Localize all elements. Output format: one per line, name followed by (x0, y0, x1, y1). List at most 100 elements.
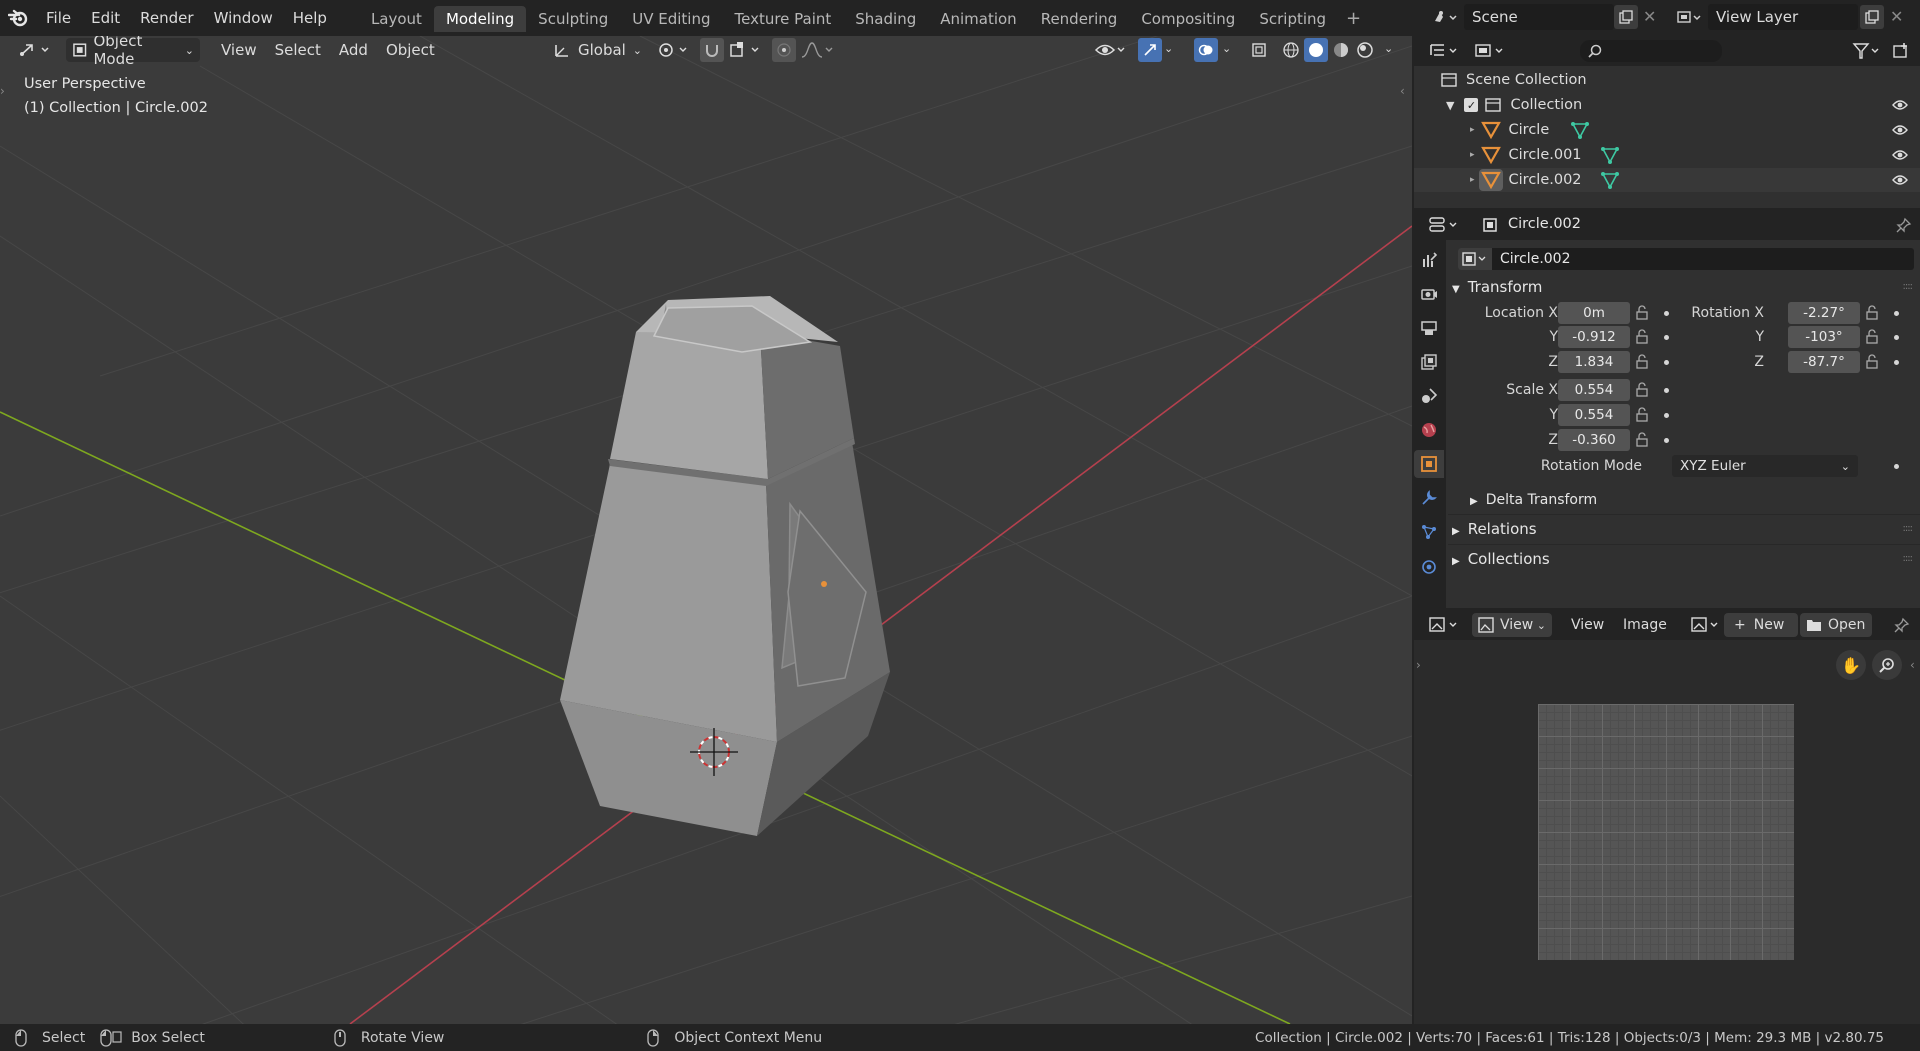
view-layer-selector-icon[interactable] (1672, 5, 1706, 29)
lock-icon[interactable] (1634, 407, 1650, 423)
tab-object-icon[interactable] (1414, 450, 1444, 478)
tab-output-icon[interactable] (1414, 314, 1444, 342)
menu-add[interactable]: Add (330, 38, 377, 62)
tab-particles-icon[interactable] (1414, 518, 1444, 546)
lock-icon[interactable] (1634, 382, 1650, 398)
new-scene-button[interactable] (1614, 5, 1638, 29)
menu-window[interactable]: Window (204, 5, 283, 31)
toolbar-expand-icon[interactable]: › (1416, 658, 1421, 672)
tab-world-icon[interactable] (1414, 416, 1444, 444)
rotation-mode-dropdown[interactable]: XYZ Euler ⌄ (1672, 455, 1858, 477)
uv-grid-canvas[interactable] (1538, 704, 1794, 960)
keyframe-dot-icon[interactable] (1664, 438, 1669, 443)
rotation-z-field[interactable]: -87.7° (1788, 351, 1860, 373)
delete-view-layer-icon[interactable]: ✕ (1890, 7, 1903, 26)
collection-visibility-icon[interactable] (1892, 99, 1908, 111)
tab-view-layer-icon[interactable] (1414, 348, 1444, 376)
collections-section[interactable]: ▶ Collections :::: (1452, 546, 1914, 572)
lock-icon[interactable] (1864, 329, 1880, 345)
open-image-button[interactable]: Open (1800, 613, 1872, 637)
tab-animation[interactable]: Animation (928, 6, 1028, 32)
drag-handle-icon[interactable]: :::: (1903, 274, 1914, 300)
lock-icon[interactable] (1864, 305, 1880, 321)
shading-dropdown-icon[interactable]: ⌄ (1384, 42, 1393, 55)
circle-visibility-icon[interactable] (1892, 124, 1908, 136)
menu-file[interactable]: File (36, 5, 81, 31)
pivot-point-icon[interactable] (656, 40, 692, 60)
zoom-icon[interactable] (1872, 650, 1902, 680)
new-view-layer-button[interactable] (1860, 5, 1884, 29)
toolbar-expand-icon[interactable]: › (0, 84, 5, 98)
view-layer-field[interactable]: View Layer (1708, 4, 1858, 30)
outliner-collection-row[interactable]: ▼ ✓ Collection (1444, 93, 1914, 117)
add-workspace-button[interactable]: + (1338, 6, 1369, 32)
delete-scene-icon[interactable]: ✕ (1643, 7, 1656, 26)
tab-physics-icon[interactable] (1414, 552, 1444, 580)
new-collection-icon[interactable] (1892, 42, 1910, 64)
tab-modifier-icon[interactable] (1414, 484, 1444, 512)
tab-scene-icon[interactable] (1414, 382, 1444, 410)
display-mode-icon[interactable] (1474, 42, 1508, 64)
scale-y-field[interactable]: 0.554 (1558, 404, 1630, 426)
tab-compositing[interactable]: Compositing (1129, 6, 1247, 32)
expand-arrow-icon[interactable]: ▸ (1470, 175, 1475, 185)
gizmo-dropdown-icon[interactable]: ⌄ (1164, 42, 1173, 55)
sidebar-expand-icon[interactable]: ‹ (1910, 658, 1915, 672)
proportional-edit-icon[interactable] (772, 38, 796, 62)
object-name-field[interactable]: Circle.002 (1458, 248, 1914, 270)
relations-section[interactable]: ▶ Relations :::: (1452, 516, 1914, 542)
lock-icon[interactable] (1634, 354, 1650, 370)
expand-arrow-icon[interactable]: ▼ (1446, 99, 1454, 112)
browse-image-icon[interactable] (1690, 616, 1722, 638)
pin-icon[interactable] (1894, 617, 1910, 633)
tab-uv-editing[interactable]: UV Editing (620, 6, 722, 32)
menu-render[interactable]: Render (130, 5, 203, 31)
pin-icon[interactable] (1896, 217, 1912, 233)
filter-icon[interactable] (1852, 42, 1882, 64)
tab-scripting[interactable]: Scripting (1247, 6, 1338, 32)
3d-viewport[interactable]: Object Mode ⌄ View Select Add Object Glo… (0, 36, 1412, 1024)
circle-001-visibility-icon[interactable] (1892, 149, 1908, 161)
location-x-field[interactable]: 0m (1558, 302, 1630, 324)
view-mode-dropdown[interactable]: View ⌄ (1472, 613, 1552, 637)
transform-orientation-dropdown[interactable]: Global ⌄ (548, 38, 648, 62)
keyframe-dot-icon[interactable] (1664, 360, 1669, 365)
object-type-dropdown[interactable] (1458, 248, 1492, 270)
tab-shading[interactable]: Shading (843, 6, 928, 32)
menu-select[interactable]: Select (266, 38, 330, 62)
material-shading-icon[interactable] (1330, 39, 1352, 61)
rendered-shading-icon[interactable] (1354, 39, 1376, 61)
menu-view[interactable]: View (212, 38, 266, 62)
pan-hand-icon[interactable]: ✋ (1836, 650, 1866, 680)
outliner-search-input[interactable] (1580, 40, 1722, 62)
keyframe-dot-icon[interactable] (1894, 335, 1899, 340)
menu-view[interactable]: View (1562, 613, 1613, 637)
outliner-object-circle-001[interactable]: ▸ Circle.001 (1470, 143, 1770, 167)
scale-z-field[interactable]: -0.360 (1558, 429, 1630, 451)
keyframe-dot-icon[interactable] (1664, 388, 1669, 393)
expand-arrow-icon[interactable]: ▸ (1470, 125, 1475, 135)
snap-icon[interactable] (700, 38, 724, 62)
menu-edit[interactable]: Edit (81, 5, 130, 31)
gizmo-toggle-icon[interactable] (1138, 38, 1162, 62)
xray-toggle-icon[interactable] (1248, 39, 1270, 61)
menu-help[interactable]: Help (283, 5, 337, 31)
drag-handle-icon[interactable]: :::: (1903, 546, 1914, 572)
drag-handle-icon[interactable]: :::: (1903, 516, 1914, 542)
image-editor-type-icon[interactable] (1428, 616, 1462, 638)
new-image-button[interactable]: + New (1724, 613, 1798, 637)
falloff-icon[interactable] (800, 40, 836, 60)
viewport-scene[interactable] (0, 36, 1412, 1024)
mode-dropdown[interactable]: Object Mode ⌄ (66, 36, 200, 68)
expand-arrow-icon[interactable]: ▸ (1470, 150, 1475, 160)
editor-type-button[interactable] (12, 38, 58, 62)
solid-shading-icon[interactable] (1304, 38, 1328, 62)
keyframe-dot-icon[interactable] (1894, 360, 1899, 365)
menu-object[interactable]: Object (377, 38, 444, 62)
keyframe-dot-icon[interactable] (1894, 464, 1899, 469)
outliner-scene-collection[interactable]: Scene Collection (1440, 68, 1587, 92)
sidebar-expand-icon[interactable]: ‹ (1400, 84, 1405, 98)
tab-rendering[interactable]: Rendering (1029, 6, 1130, 32)
tab-sculpting[interactable]: Sculpting (526, 6, 620, 32)
keyframe-dot-icon[interactable] (1894, 311, 1899, 316)
